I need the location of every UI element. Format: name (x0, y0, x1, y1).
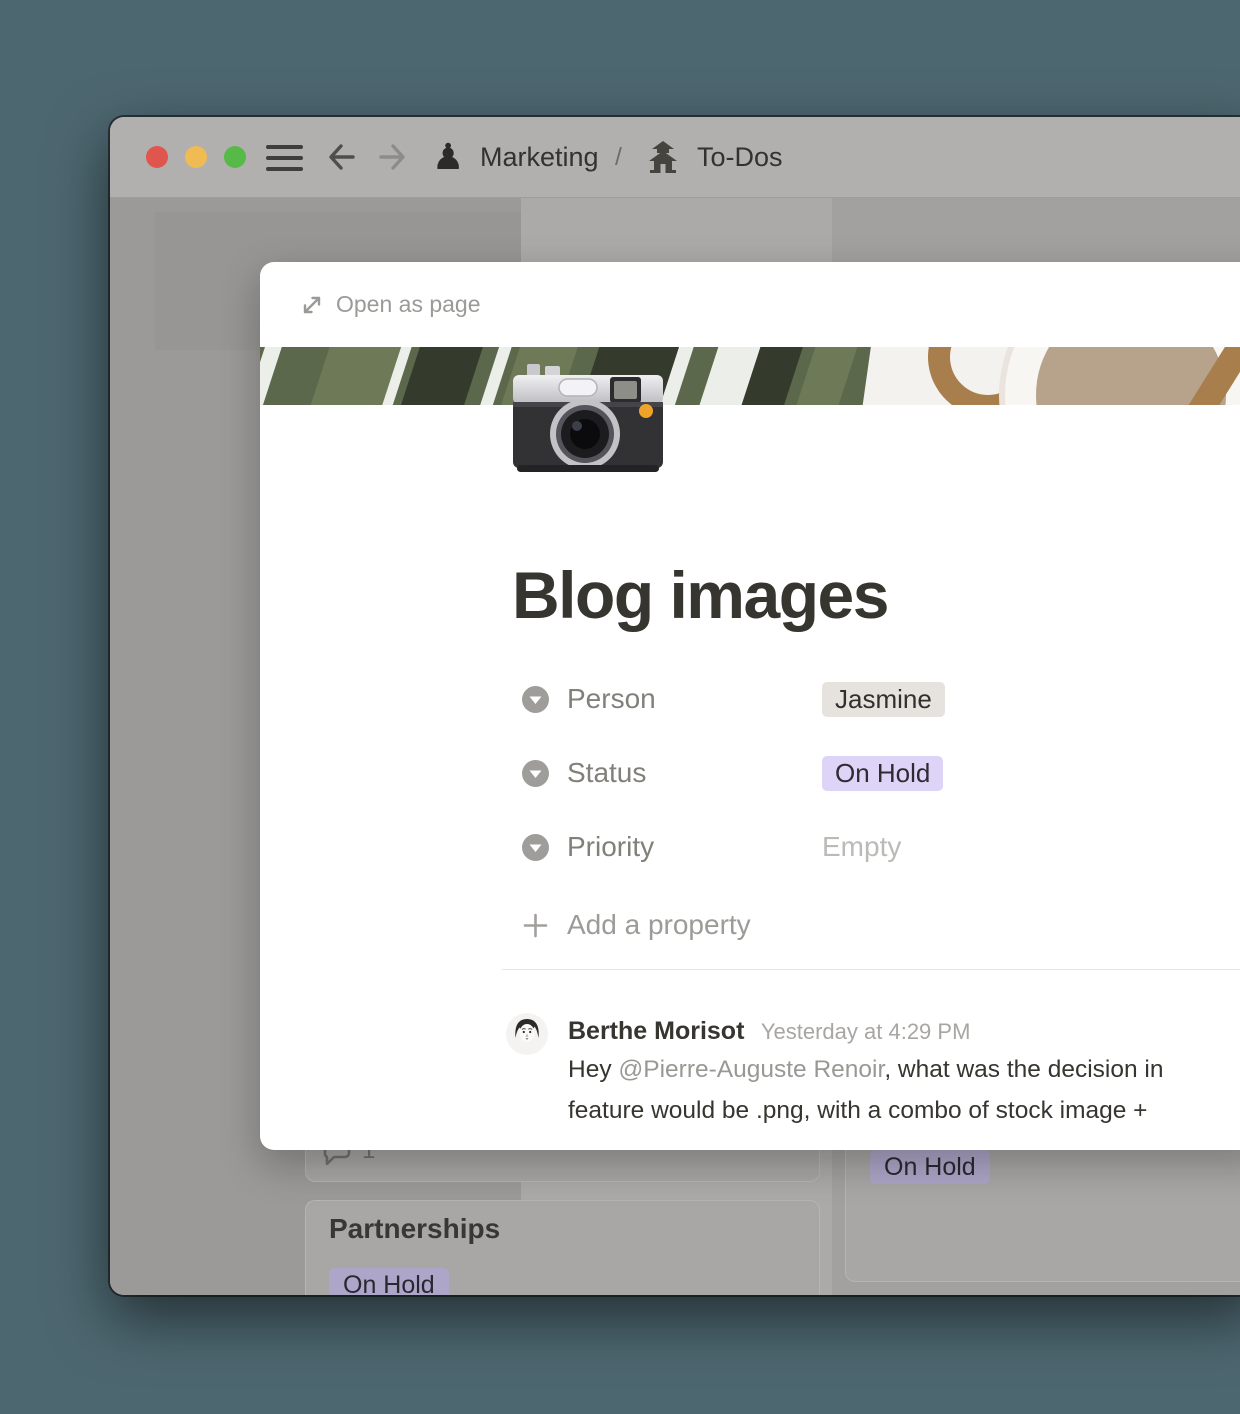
property-label: Person (567, 683, 822, 715)
minimize-window-button[interactable] (185, 146, 207, 168)
board-card-partnerships[interactable]: Partnerships On Hold (305, 1200, 820, 1295)
status-badge: On Hold (329, 1268, 449, 1295)
breadcrumb-separator: / (615, 117, 622, 197)
add-property-label: Add a property (567, 909, 751, 941)
camera-page-icon[interactable] (513, 362, 663, 474)
forward-arrow-icon[interactable] (375, 140, 409, 174)
window-titlebar: ♟ Marketing / To-Dos (110, 117, 1240, 198)
comment-text: Hey (568, 1056, 618, 1083)
property-label: Priority (567, 831, 822, 863)
card-title: Partnerships (329, 1213, 500, 1245)
screenshot-root: { "colors": { "desktop_background": "#4d… (0, 0, 1240, 1414)
property-row-status[interactable]: Status On Hold (512, 751, 1232, 795)
property-chevron-circle-icon (522, 760, 549, 787)
section-divider (502, 969, 1240, 970)
comment-header: Berthe Morisot Yesterday at 4:29 PM (568, 1017, 970, 1046)
back-arrow-icon[interactable] (325, 140, 359, 174)
commenter-avatar (506, 1013, 548, 1055)
comment-line-1: Hey @Pierre-Auguste Renoir, what was the… (568, 1056, 1164, 1084)
japanese-castle-icon (644, 117, 682, 197)
comment-timestamp: Yesterday at 4:29 PM (761, 1019, 971, 1044)
breadcrumb-marketing[interactable]: Marketing (480, 117, 599, 197)
property-chevron-circle-icon (522, 834, 549, 861)
property-row-priority[interactable]: Priority Empty (512, 825, 1232, 869)
zoom-window-button[interactable] (224, 146, 246, 168)
open-as-page-button[interactable]: Open as page (260, 262, 1240, 347)
mention-link[interactable]: @Pierre-Auguste Renoir (618, 1056, 884, 1083)
status-badge: On Hold (870, 1150, 990, 1184)
plus-icon (522, 912, 549, 939)
property-row-person[interactable]: Person Jasmine (512, 677, 1232, 721)
sidebar-menu-icon[interactable] (266, 141, 304, 173)
close-window-button[interactable] (146, 146, 168, 168)
property-label: Status (567, 757, 822, 789)
open-as-page-label: Open as page (336, 291, 481, 318)
chess-pawn-icon: ♟ (432, 117, 464, 197)
person-badge[interactable]: Jasmine (822, 682, 945, 717)
expand-diagonal-icon (300, 293, 324, 317)
breadcrumb-todos[interactable]: To-Dos (697, 117, 783, 197)
status-badge[interactable]: On Hold (822, 756, 943, 791)
empty-value: Empty (822, 831, 901, 863)
comment-line-2: feature would be .png, with a combo of s… (568, 1097, 1147, 1125)
comment-author: Berthe Morisot (568, 1017, 744, 1045)
add-property-button[interactable]: Add a property (512, 903, 751, 947)
page-cover-image (260, 347, 1240, 405)
page-peek-modal: Open as page (260, 262, 1240, 1150)
comment-text: , what was the decision in (884, 1056, 1163, 1083)
property-chevron-circle-icon (522, 686, 549, 713)
page-title[interactable]: Blog images (512, 557, 888, 633)
